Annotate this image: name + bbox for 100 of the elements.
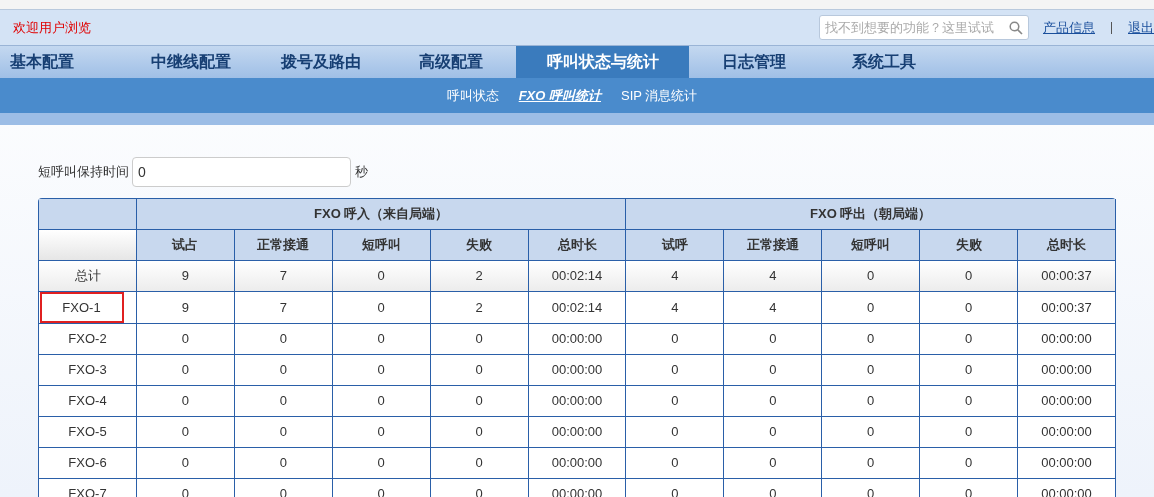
table-cell: 0: [332, 386, 431, 417]
row-label: FXO-3: [68, 361, 107, 380]
table-cell: 00:00:00: [1018, 355, 1116, 386]
group-header: FXO 呼出（朝局端）: [626, 199, 1116, 230]
table-cell: 0: [626, 417, 725, 448]
table-cell: 00:00:00: [1018, 386, 1116, 417]
table-cell: 0: [234, 417, 333, 448]
table-cell: 0: [234, 324, 333, 355]
table-cell: 0: [724, 417, 823, 448]
sub-tab[interactable]: 呼叫状态: [446, 85, 499, 106]
nav-tab[interactable]: 拨号及路由: [256, 46, 386, 78]
column-header: 总时长: [528, 230, 627, 261]
row-label: FXO-5: [68, 423, 107, 442]
nav-tab[interactable]: 高级配置: [386, 46, 516, 78]
table-cell: 0: [234, 386, 333, 417]
unit-label: 秒: [355, 163, 368, 182]
table-cell: 0: [332, 324, 431, 355]
table-cell: 0: [724, 448, 823, 479]
table-cell: 0: [626, 324, 725, 355]
nav-tab[interactable]: 中继线配置: [126, 46, 256, 78]
table-cell: 0: [920, 261, 1018, 292]
table-cell: 0: [234, 448, 333, 479]
column-header: 失败: [920, 230, 1018, 261]
table-cell: 0: [137, 417, 235, 448]
table-cell: 2: [430, 261, 529, 292]
nav-tab[interactable]: 基本配置: [0, 46, 126, 78]
hold-time-label: 短呼叫保持时间: [38, 163, 129, 182]
table-cell: 0: [137, 355, 235, 386]
table-cell: 0: [822, 386, 921, 417]
row-label: FXO-6: [68, 454, 107, 473]
table-cell: 00:00:00: [528, 417, 627, 448]
column-header: 试呼: [626, 230, 725, 261]
table-cell: 00:00:00: [528, 324, 627, 355]
table-cell: 00:00:37: [1018, 292, 1116, 324]
column-header: 短呼叫: [822, 230, 921, 261]
table-cell: 0: [822, 417, 921, 448]
table-cell: 9: [137, 292, 235, 324]
table-cell: 0: [430, 324, 529, 355]
table-cell: 0: [332, 355, 431, 386]
table-cell: 7: [234, 292, 333, 324]
table-cell: 0: [430, 448, 529, 479]
table-cell: 4: [626, 292, 725, 324]
table-cell: 0: [822, 448, 921, 479]
sub-tab[interactable]: SIP 消息统计: [621, 85, 698, 106]
table-cell: 00:00:00: [528, 386, 627, 417]
table-cell: 00:00:00: [1018, 448, 1116, 479]
table-cell: 0: [626, 355, 725, 386]
table-cell: 4: [626, 261, 725, 292]
search-field[interactable]: 找不到想要的功能？这里试试: [819, 15, 1029, 40]
table-cell: 0: [332, 261, 431, 292]
table-cell: 0: [332, 292, 431, 324]
table-cell: 0: [234, 355, 333, 386]
column-header: 总时长: [1018, 230, 1116, 261]
table-cell: 0: [137, 324, 235, 355]
table-cell: 0: [430, 355, 529, 386]
table-cell: 00:02:14: [528, 292, 627, 324]
column-header: 正常接通: [234, 230, 333, 261]
table-cell: 4: [724, 261, 823, 292]
table-cell: 00:00:00: [1018, 324, 1116, 355]
table-cell: 0: [920, 417, 1018, 448]
table-cell: 00:00:37: [1018, 261, 1116, 292]
table-cell: 0: [724, 386, 823, 417]
header-link[interactable]: 退出: [1128, 17, 1154, 38]
table-cell: 00:00:00: [1018, 417, 1116, 448]
table-cell: 0: [430, 417, 529, 448]
row-label: FXO-2: [68, 330, 107, 349]
table-cell: 0: [822, 355, 921, 386]
table-cell: 0: [137, 386, 235, 417]
table-cell: 9: [137, 261, 235, 292]
table-cell: 0: [920, 355, 1018, 386]
row-label: 总计: [74, 267, 101, 286]
table-cell: 0: [332, 448, 431, 479]
row-label: FXO-1: [39, 292, 124, 323]
column-header: 试占: [137, 230, 235, 261]
sub-tab[interactable]: FXO 呼叫统计: [518, 85, 601, 106]
header-link[interactable]: 产品信息: [1043, 17, 1095, 38]
table-cell: 7: [234, 261, 333, 292]
table-cell: 4: [724, 292, 823, 324]
table-cell: 0: [137, 448, 235, 479]
table-cell: 0: [724, 355, 823, 386]
table-cell: 0: [920, 292, 1018, 324]
column-header: 正常接通: [724, 230, 823, 261]
table-cell: 0: [626, 448, 725, 479]
table-cell: 0: [822, 292, 921, 324]
hold-time-field[interactable]: 0: [132, 157, 351, 187]
nav-tab[interactable]: 呼叫状态与统计: [516, 46, 689, 78]
table-cell: 2: [430, 292, 529, 324]
table-cell: 00:02:14: [528, 261, 627, 292]
table-cell: 0: [822, 261, 921, 292]
table-cell: 0: [920, 386, 1018, 417]
table-cell: 0: [332, 417, 431, 448]
table-cell: 0: [626, 386, 725, 417]
nav-tab[interactable]: 日志管理: [689, 46, 819, 78]
group-header: FXO 呼入（来自局端）: [137, 199, 627, 230]
table-cell: 00:00:00: [528, 448, 627, 479]
table-cell: 0: [822, 324, 921, 355]
column-header: 失败: [430, 230, 529, 261]
table-cell: 00:00:00: [528, 355, 627, 386]
nav-tab[interactable]: 系统工具: [819, 46, 949, 78]
welcome-text: 欢迎用户浏览: [13, 18, 91, 37]
